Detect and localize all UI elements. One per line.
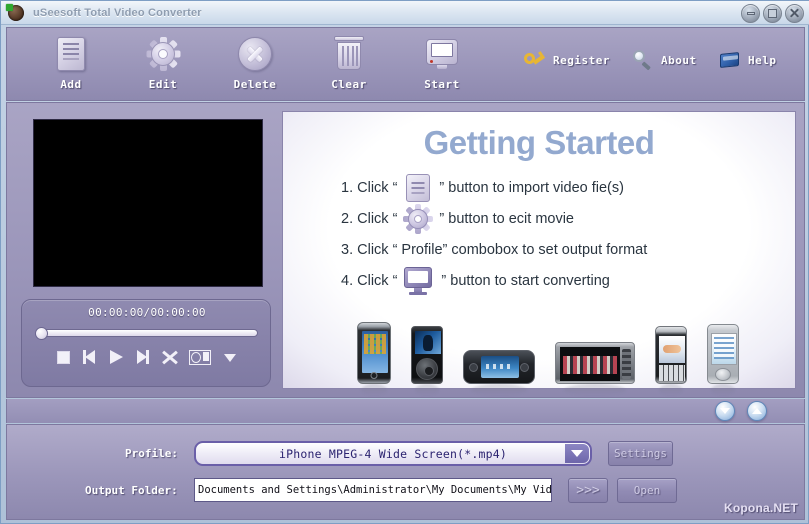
- device-psp: [463, 350, 535, 396]
- app-logo-icon: [6, 3, 24, 21]
- book-icon: [719, 50, 741, 70]
- window-controls: [741, 4, 804, 23]
- preview-section: 00:00:00/00:00:00: [21, 111, 271, 389]
- window-title: uSeesoft Total Video Converter: [33, 6, 202, 19]
- device-pda: [707, 324, 739, 396]
- step-1-prefix: 1. Click “: [341, 179, 398, 196]
- panel-toggle-bar: [6, 399, 805, 423]
- transport-controls: [22, 349, 272, 365]
- player-controls-panel: 00:00:00/00:00:00: [21, 299, 271, 387]
- title-bar: uSeesoft Total Video Converter: [1, 1, 809, 25]
- clear-button-label: Clear: [331, 78, 367, 91]
- step-4-prefix: 4. Click “: [341, 272, 398, 289]
- watermark: Kopona.NET: [724, 501, 798, 515]
- key-icon: [521, 50, 546, 70]
- main-toolbar: Add Edit Delete Clear Start Register Abo…: [6, 27, 805, 101]
- browse-button[interactable]: >>>: [568, 478, 608, 503]
- main-content-area: 00:00:00/00:00:00 Getting Started 1. Cli…: [6, 102, 805, 398]
- clear-button[interactable]: Clear: [313, 34, 385, 98]
- next-button[interactable]: [135, 349, 151, 365]
- step-2: 2. Click “ ” button to ecit movie: [341, 203, 795, 234]
- seek-slider[interactable]: [35, 327, 258, 340]
- document-icon: [406, 173, 431, 202]
- step-1: 1. Click “ ” button to import video fie(…: [341, 172, 795, 203]
- chevron-down-icon: [720, 408, 730, 414]
- about-link[interactable]: About: [632, 50, 697, 71]
- output-folder-input[interactable]: Documents and Settings\Administrator\My …: [194, 478, 552, 502]
- device-iphone: [357, 322, 391, 396]
- delete-button[interactable]: Delete: [219, 34, 291, 98]
- step-2-prefix: 2. Click “: [341, 210, 398, 227]
- profile-value: iPhone MPEG-4 Wide Screen(*.mp4): [279, 446, 507, 461]
- start-button-label: Start: [424, 78, 460, 91]
- getting-started-panel: Getting Started 1. Click “ ” button to i…: [282, 111, 797, 396]
- close-button[interactable]: [785, 4, 804, 23]
- video-preview[interactable]: [33, 119, 263, 287]
- getting-started-title: Getting Started: [423, 124, 655, 161]
- getting-started-steps: 1. Click “ ” button to import video fie(…: [341, 172, 795, 296]
- magnifier-icon: [632, 50, 654, 71]
- snapshot-button[interactable]: [188, 349, 211, 365]
- stop-button[interactable]: [56, 350, 70, 364]
- time-display: 00:00:00/00:00:00: [88, 306, 206, 319]
- monitor-icon: [404, 266, 434, 295]
- profile-combobox[interactable]: iPhone MPEG-4 Wide Screen(*.mp4): [194, 441, 592, 466]
- output-settings-panel: Profile: iPhone MPEG-4 Wide Screen(*.mp4…: [6, 424, 805, 520]
- chevron-up-icon: [752, 408, 762, 414]
- add-button-label: Add: [60, 78, 82, 91]
- open-folder-button[interactable]: Open: [617, 478, 677, 503]
- output-folder-value: Documents and Settings\Administrator\My …: [198, 484, 552, 496]
- step-2-suffix: ” button to ecit movie: [439, 210, 574, 227]
- gear-icon: [402, 203, 434, 235]
- document-icon: [51, 34, 91, 74]
- help-link-label: Help: [748, 53, 777, 67]
- fullscreen-button[interactable]: [162, 349, 178, 365]
- add-button[interactable]: Add: [35, 34, 107, 98]
- minimize-button[interactable]: [741, 4, 760, 23]
- device-blackberry-phone: [655, 326, 687, 396]
- supported-devices-strip: [283, 292, 797, 396]
- help-link[interactable]: Help: [719, 50, 777, 70]
- previous-button[interactable]: [81, 349, 97, 365]
- edit-button-label: Edit: [148, 78, 178, 91]
- more-dropdown-button[interactable]: [222, 349, 238, 365]
- trash-icon: [329, 34, 369, 74]
- monitor-icon: [422, 34, 462, 74]
- edit-button[interactable]: Edit: [127, 34, 199, 98]
- x-circle-icon: [235, 34, 275, 74]
- step-3-text: 3. Click “ Profile” combobox to set outp…: [341, 241, 648, 258]
- chevron-down-icon[interactable]: [565, 444, 589, 463]
- register-link-label: Register: [553, 53, 610, 67]
- step-4-suffix: ” button to start converting: [441, 272, 610, 289]
- about-link-label: About: [661, 53, 697, 67]
- gear-icon: [143, 34, 183, 74]
- settings-button[interactable]: Settings: [608, 441, 673, 466]
- profile-label: Profile:: [125, 447, 178, 460]
- delete-button-label: Delete: [233, 78, 277, 91]
- play-button[interactable]: [108, 349, 124, 365]
- step-1-suffix: ” button to import video fie(s): [439, 179, 624, 196]
- app-window: uSeesoft Total Video Converter Add Edit …: [0, 0, 809, 524]
- device-ipod: [411, 326, 443, 396]
- output-folder-label: Output Folder:: [85, 484, 178, 497]
- maximize-button[interactable]: [763, 4, 782, 23]
- seek-slider-handle[interactable]: [35, 327, 48, 340]
- scroll-up-button[interactable]: [747, 401, 767, 421]
- register-link[interactable]: Register: [521, 50, 610, 70]
- scroll-down-button[interactable]: [715, 401, 735, 421]
- device-portable-media-player: [555, 342, 635, 396]
- start-button[interactable]: Start: [406, 34, 478, 98]
- step-3: 3. Click “ Profile” combobox to set outp…: [341, 234, 795, 265]
